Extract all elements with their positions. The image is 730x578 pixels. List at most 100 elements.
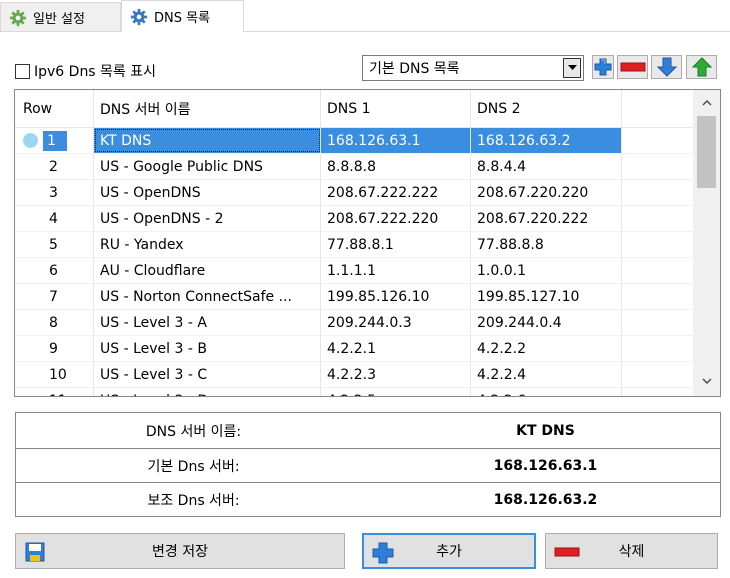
row-number-cell: 3 [15,180,94,205]
detail-primary-value: 168.126.63.1 [493,457,598,474]
add-button[interactable]: 추가 [362,533,536,569]
dns-list-select[interactable]: 기본 DNS 목록 [362,55,584,81]
scrollbar-thumb[interactable] [697,116,716,188]
move-down-icon [656,57,677,77]
dns-name-cell: RU - Yandex [94,232,321,257]
gear-icon [9,9,27,26]
dns2-cell: 208.67.220.222 [471,206,622,231]
detail-primary-label: 기본 Dns 서버: [147,458,240,475]
filler-cell [622,258,693,283]
dns1-cell: 4.2.2.1 [321,336,471,361]
row-number-cell: 5 [15,232,94,257]
vertical-scrollbar[interactable] [693,90,720,396]
remove-row-button[interactable] [617,55,648,79]
save-changes-button[interactable]: 변경 저장 [15,533,345,569]
dns1-cell: 168.126.63.1 [321,128,471,153]
dns1-cell: 208.67.222.222 [321,180,471,205]
row-number: 8 [49,314,58,331]
table-row[interactable]: 8 US - Level 3 - A 209.244.0.3 209.244.0.4 [15,310,693,336]
row-number: 6 [49,262,58,279]
dns-name-cell: US - Google Public DNS [94,154,321,179]
table-row[interactable]: 9 US - Level 3 - B 4.2.2.1 4.2.2.2 [15,336,693,362]
dns1-cell: 8.8.8.8 [321,154,471,179]
row-number: 3 [49,184,58,201]
header-dns2[interactable]: DNS 2 [471,90,622,127]
row-number-cell: 7 [15,284,94,309]
filler-cell [622,128,693,153]
table-row[interactable]: 1 KT DNS 168.126.63.1 168.126.63.2 [15,128,693,154]
dns2-cell: 77.88.8.8 [471,232,622,257]
header-dns1[interactable]: DNS 1 [321,90,471,127]
row-number-cell: 9 [15,336,94,361]
filler-cell [622,154,693,179]
dns-name-cell: US - Level 3 - D [94,388,321,396]
table-row[interactable]: 11 US - Level 3 - D4.2.2.54.2.2.6 [15,388,693,397]
table-row[interactable]: 5 RU - Yandex 77.88.8.1 77.88.8.8 [15,232,693,258]
save-label: 변경 저장 [152,544,208,560]
tab-bar: 일반 설정 DNS 목록 [0,0,730,32]
row-number: 2 [49,158,58,175]
filler-cell [622,206,693,231]
dns1-cell: 199.85.126.10 [321,284,471,309]
tab-divider [0,31,730,32]
table-row[interactable]: 4 US - OpenDNS - 2 208.67.222.220 208.67.22… [15,206,693,232]
tab-general-settings[interactable]: 일반 설정 [0,2,121,32]
ipv6-label: Ipv6 Dns 목록 표시 [34,64,157,80]
table-row[interactable]: 6 AU - Cloudflare 1.1.1.1 1.0.0.1 [15,258,693,284]
delete-button[interactable]: 삭제 [545,533,718,569]
filler-cell [622,310,693,335]
row-number: 7 [49,288,58,305]
dns-name-cell: US - Norton ConnectSafe ... [94,284,321,309]
filler-cell [622,362,693,387]
dns1-cell: 1.1.1.1 [321,258,471,283]
table-row[interactable]: 7 US - Norton ConnectSafe ... 199.85.126.1… [15,284,693,310]
dns2-cell: 168.126.63.2 [471,128,622,153]
header-dns-name[interactable]: DNS 서버 이름 [94,90,321,127]
save-icon [25,542,45,562]
filler-cell [622,388,693,396]
scroll-down-icon[interactable] [693,370,720,392]
filler-cell [622,180,693,205]
row-number: 1 [43,130,67,151]
dns1-cell: 4.2.2.3 [321,362,471,387]
tab-label: DNS 목록 [154,11,211,26]
dns-list-select-value: 기본 DNS 목록 [369,61,460,77]
dns-name-cell: AU - Cloudflare [94,258,321,283]
gear-icon [130,8,148,25]
detail-name-row: DNS 서버 이름: KT DNS [16,413,720,448]
ipv6-checkbox-group[interactable]: Ipv6 Dns 목록 표시 [15,61,156,81]
chevron-down-icon[interactable] [563,58,581,78]
detail-secondary-value: 168.126.63.2 [493,491,598,508]
table-header: Row DNS 서버 이름 DNS 1 DNS 2 [15,90,693,128]
row-number: 9 [49,340,58,357]
selected-row-indicator [23,133,38,148]
dns-name-cell: US - Level 3 - C [94,362,321,387]
row-number: 11 [49,393,67,397]
table-row[interactable]: 10 US - Level 3 - C 4.2.2.3 4.2.2.4 [15,362,693,388]
move-down-button[interactable] [651,55,682,79]
add-row-button[interactable] [592,55,614,79]
ipv6-checkbox[interactable] [15,63,30,79]
filler-cell [622,336,693,361]
scroll-up-icon[interactable] [693,92,720,114]
detail-secondary-row: 보조 Dns 서버: 168.126.63.2 [16,482,720,517]
detail-primary-row: 기본 Dns 서버: 168.126.63.1 [16,448,720,483]
filler-cell [622,284,693,309]
remove-icon [554,547,580,557]
dns-table[interactable]: Row DNS 서버 이름 DNS 1 DNS 2 1 KT DNS 168.126… [14,89,721,397]
remove-icon [620,62,645,72]
table-row[interactable]: 3 US - OpenDNS 208.67.222.222 208.67.220.22… [15,180,693,206]
add-icon [594,58,612,76]
header-row[interactable]: Row [15,90,94,127]
table-row[interactable]: 2 US - Google Public DNS 8.8.8.8 8.8.4.4 [15,154,693,180]
tab-dns-list[interactable]: DNS 목록 [121,0,244,32]
detail-name-label: DNS 서버 이름: [145,423,242,440]
add-icon [372,542,394,564]
row-number-cell: 1 [15,128,94,153]
dns1-cell: 4.2.2.5 [321,388,471,396]
move-up-button[interactable] [686,55,717,79]
dns-name-cell: US - Level 3 - B [94,336,321,361]
row-number: 4 [49,210,58,227]
dns2-cell: 209.244.0.4 [471,310,622,335]
dns1-cell: 209.244.0.3 [321,310,471,335]
